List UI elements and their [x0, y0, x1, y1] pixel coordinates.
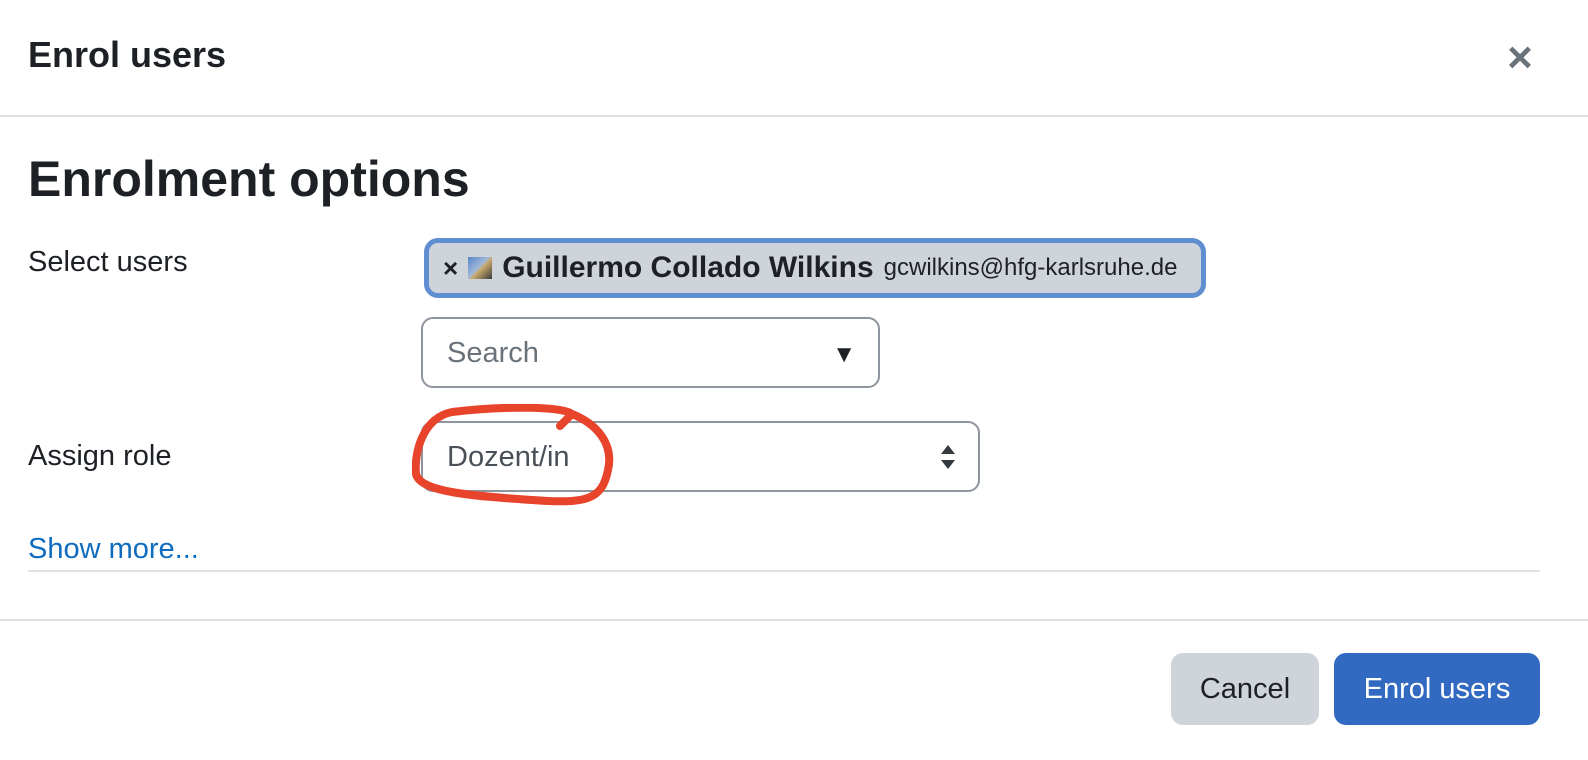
user-avatar [468, 257, 493, 279]
enrol-users-button[interactable]: Enrol users [1334, 653, 1540, 725]
selected-user-chip[interactable]: × Guillermo Collado Wilkins gcwilkins@hf… [424, 238, 1206, 298]
role-select-value: Dozent/in [447, 441, 570, 473]
dropdown-caret-icon[interactable]: ▼ [832, 341, 856, 369]
dialog-header: Enrol users × [0, 0, 1588, 117]
select-users-label: Select users [28, 246, 188, 278]
selected-user-name: Guillermo Collado Wilkins [502, 251, 874, 284]
show-more-link[interactable]: Show more... [28, 533, 199, 566]
user-search-input[interactable]: Search ▼ [421, 317, 880, 388]
divider [28, 570, 1540, 572]
assign-role-label: Assign role [28, 440, 172, 472]
role-select[interactable]: Dozent/in [421, 421, 980, 492]
footer-divider [0, 619, 1588, 621]
close-icon[interactable]: × [1500, 36, 1540, 80]
dialog-title: Enrol users [28, 34, 227, 75]
cancel-button[interactable]: Cancel [1171, 653, 1319, 725]
select-arrows-icon [941, 445, 955, 469]
selected-user-email: gcwilkins@hfg-karlsruhe.de [883, 254, 1178, 281]
section-title: Enrolment options [28, 151, 470, 207]
search-placeholder: Search [447, 337, 539, 369]
remove-user-icon[interactable]: × [443, 253, 458, 284]
